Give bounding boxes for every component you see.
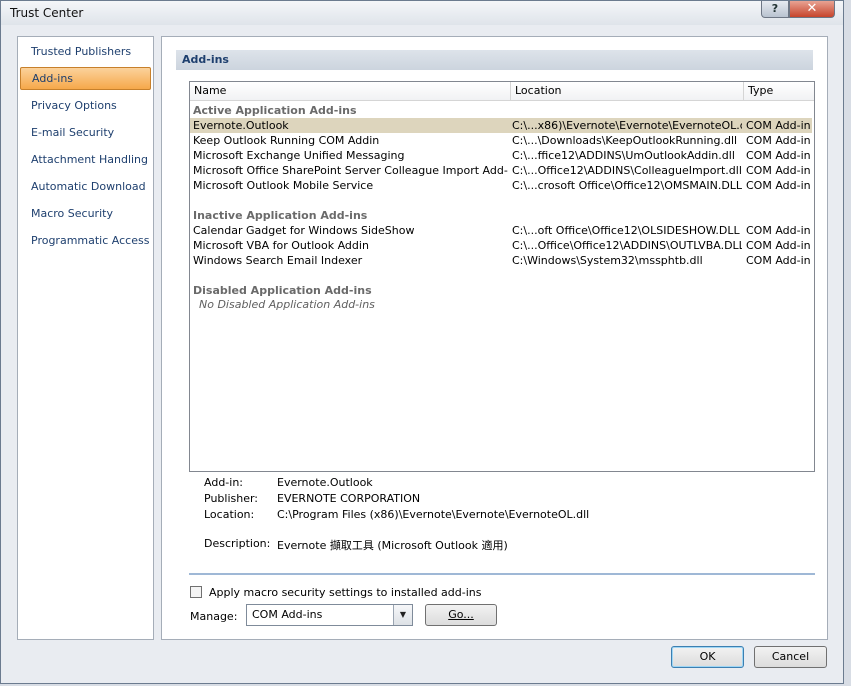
addins-table: Name Location Type Active Application Ad… <box>189 81 815 472</box>
sidebar-item-automatic-download[interactable]: Automatic Download <box>20 176 151 199</box>
table-row[interactable]: Microsoft Outlook Mobile Service C:\...c… <box>190 178 812 193</box>
row-name: Microsoft Exchange Unified Messaging <box>193 149 405 162</box>
row-location: C:\Windows\System32\mssphtb.dll <box>512 254 703 267</box>
table-row[interactable]: Microsoft Exchange Unified Messaging C:\… <box>190 148 812 163</box>
detail-location-label: Location: <box>204 508 255 521</box>
row-type: COM Add-in <box>746 134 811 147</box>
table-row[interactable]: Evernote.Outlook C:\...x86)\Evernote\Eve… <box>190 118 812 133</box>
row-location: C:\...Office\Office12\ADDINS\OUTLVBA.DLL <box>512 239 742 252</box>
detail-addin-label: Add-in: <box>204 476 243 489</box>
row-type: COM Add-in <box>746 179 811 192</box>
row-name: Microsoft Outlook Mobile Service <box>193 179 374 192</box>
close-button[interactable]: ✕ <box>789 1 835 18</box>
row-type: COM Add-in <box>746 149 811 162</box>
detail-publisher-value: EVERNOTE CORPORATION <box>277 492 421 505</box>
manage-select-value: COM Add-ins <box>252 608 323 621</box>
row-type: COM Add-in <box>746 254 811 267</box>
detail-publisher-label: Publisher: <box>204 492 259 505</box>
row-location: C:\...x86)\Evernote\Evernote\EvernoteOL.… <box>512 119 742 132</box>
table-row[interactable]: Windows Search Email Indexer C:\Windows\… <box>190 253 812 268</box>
detail-description-value: Evernote 擷取工具 (Microsoft Outlook 適用) <box>277 539 508 552</box>
table-row[interactable]: Keep Outlook Running COM Addin C:\...\Do… <box>190 133 812 148</box>
window-title: Trust Center <box>10 6 84 20</box>
row-location: C:\...crosoft Office\Office12\OMSMAIN.DL… <box>512 179 742 192</box>
row-name: Evernote.Outlook <box>193 119 289 132</box>
sidebar-item-attachment-handling[interactable]: Attachment Handling <box>20 149 151 172</box>
row-type: COM Add-in <box>746 164 811 177</box>
sidebar-item-privacy-options[interactable]: Privacy Options <box>20 95 151 118</box>
row-type: COM Add-in <box>746 119 811 132</box>
main-panel: Add-ins Name Location Type Active Applic… <box>161 36 828 640</box>
column-header-name[interactable]: Name <box>190 82 511 100</box>
title-bar[interactable]: Trust Center ? ✕ <box>1 1 843 25</box>
row-name: Keep Outlook Running COM Addin <box>193 134 380 147</box>
row-name: Windows Search Email Indexer <box>193 254 363 267</box>
group-title-disabled: Disabled Application Add-ins <box>193 284 372 297</box>
go-button[interactable]: Go... <box>425 604 497 626</box>
detail-location-value: C:\Program Files (x86)\Evernote\Evernote… <box>277 508 590 521</box>
column-header-location[interactable]: Location <box>511 82 744 100</box>
table-header: Name Location Type <box>190 82 814 101</box>
table-row[interactable]: Microsoft VBA for Outlook Addin C:\...Of… <box>190 238 812 253</box>
manage-select[interactable]: COM Add-ins ▼ <box>246 604 413 626</box>
table-row[interactable]: Microsoft Office SharePoint Server Colle… <box>190 163 812 178</box>
dropdown-arrow-icon[interactable]: ▼ <box>393 605 412 625</box>
row-location: C:\...\Downloads\KeepOutlookRunning.dll <box>512 134 738 147</box>
trust-center-dialog: Trust Center ? ✕ Trusted Publishers Add-… <box>0 0 844 684</box>
sidebar-item-macro-security[interactable]: Macro Security <box>20 203 151 226</box>
group-title-inactive: Inactive Application Add-ins <box>193 209 368 222</box>
ok-button[interactable]: OK <box>671 646 744 668</box>
cancel-button[interactable]: Cancel <box>754 646 827 668</box>
sidebar-item-programmatic-access[interactable]: Programmatic Access <box>20 230 151 253</box>
column-header-type[interactable]: Type <box>744 82 812 100</box>
row-name: Microsoft VBA for Outlook Addin <box>193 239 369 252</box>
section-title: Add-ins <box>176 50 813 70</box>
table-row[interactable]: Calendar Gadget for Windows SideShow C:\… <box>190 223 812 238</box>
detail-addin-value: Evernote.Outlook <box>277 476 373 489</box>
macro-security-checkbox[interactable] <box>190 586 202 598</box>
sidebar-item-trusted-publishers[interactable]: Trusted Publishers <box>20 41 151 64</box>
row-name: Microsoft Office SharePoint Server Colle… <box>193 164 508 177</box>
row-type: COM Add-in <box>746 239 811 252</box>
row-location: C:\...Office12\ADDINS\ColleagueImport.dl… <box>512 164 742 177</box>
group-title-active: Active Application Add-ins <box>193 104 357 117</box>
divider <box>189 573 815 575</box>
row-name: Calendar Gadget for Windows SideShow <box>193 224 415 237</box>
go-button-label: Go... <box>448 608 474 621</box>
row-type: COM Add-in <box>746 224 811 237</box>
detail-description-label: Description: <box>204 537 271 550</box>
sidebar: Trusted Publishers Add-ins Privacy Optio… <box>17 36 154 640</box>
sidebar-item-add-ins[interactable]: Add-ins <box>20 67 151 90</box>
macro-security-label[interactable]: Apply macro security settings to install… <box>209 586 482 599</box>
row-location: C:\...ffice12\ADDINS\UmOutlookAddin.dll <box>512 149 735 162</box>
manage-label: Manage: <box>190 610 238 623</box>
help-button[interactable]: ? <box>761 1 789 18</box>
disabled-empty-note: No Disabled Application Add-ins <box>199 298 375 311</box>
row-location: C:\...oft Office\Office12\OLSIDESHOW.DLL <box>512 224 740 237</box>
sidebar-item-email-security[interactable]: E-mail Security <box>20 122 151 145</box>
